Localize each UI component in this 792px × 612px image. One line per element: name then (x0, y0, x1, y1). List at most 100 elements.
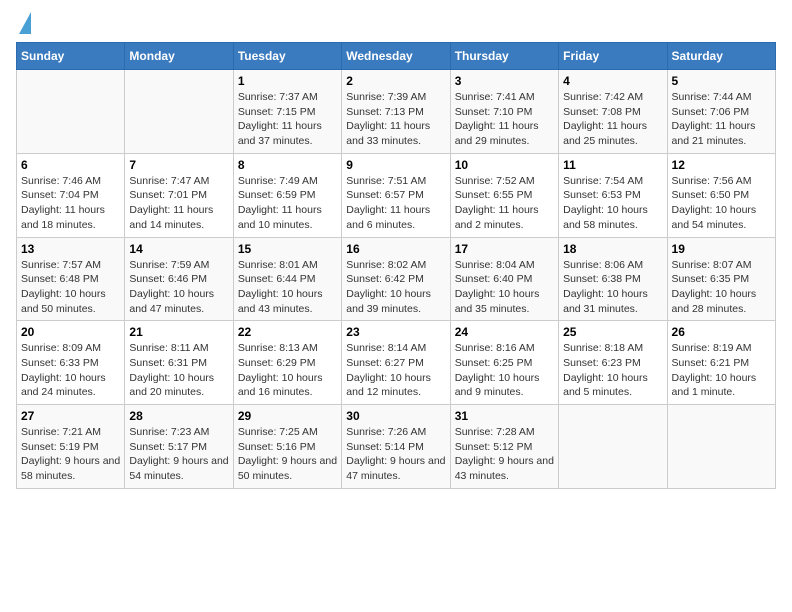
calendar-cell (559, 405, 667, 489)
calendar-cell: 14 Sunrise: 7:59 AM Sunset: 6:46 PM Dayli… (125, 237, 233, 321)
day-number: 18 (563, 242, 662, 256)
day-info: Sunrise: 7:54 AM Sunset: 6:53 PM Dayligh… (563, 174, 662, 233)
day-number: 9 (346, 158, 445, 172)
calendar-cell: 1 Sunrise: 7:37 AM Sunset: 7:15 PM Daylig… (233, 70, 341, 154)
day-info: Sunrise: 7:41 AM Sunset: 7:10 PM Dayligh… (455, 90, 554, 149)
day-info: Sunrise: 8:04 AM Sunset: 6:40 PM Dayligh… (455, 258, 554, 317)
calendar-week-row: 20 Sunrise: 8:09 AM Sunset: 6:33 PM Dayli… (17, 321, 776, 405)
day-info: Sunrise: 8:06 AM Sunset: 6:38 PM Dayligh… (563, 258, 662, 317)
day-number: 13 (21, 242, 120, 256)
calendar-cell: 2 Sunrise: 7:39 AM Sunset: 7:13 PM Daylig… (342, 70, 450, 154)
calendar-cell: 25 Sunrise: 8:18 AM Sunset: 6:23 PM Dayli… (559, 321, 667, 405)
day-info: Sunrise: 7:23 AM Sunset: 5:17 PM Dayligh… (129, 425, 228, 484)
calendar-week-row: 27 Sunrise: 7:21 AM Sunset: 5:19 PM Dayli… (17, 405, 776, 489)
day-number: 2 (346, 74, 445, 88)
day-number: 16 (346, 242, 445, 256)
col-header-thursday: Thursday (450, 43, 558, 70)
calendar-cell: 8 Sunrise: 7:49 AM Sunset: 6:59 PM Daylig… (233, 153, 341, 237)
calendar-week-row: 13 Sunrise: 7:57 AM Sunset: 6:48 PM Dayli… (17, 237, 776, 321)
day-info: Sunrise: 7:42 AM Sunset: 7:08 PM Dayligh… (563, 90, 662, 149)
day-info: Sunrise: 7:28 AM Sunset: 5:12 PM Dayligh… (455, 425, 554, 484)
calendar-cell: 26Sunrise: 8:19 AM Sunset: 6:21 PM Dayli… (667, 321, 775, 405)
calendar-week-row: 6Sunrise: 7:46 AM Sunset: 7:04 PM Daylig… (17, 153, 776, 237)
col-header-friday: Friday (559, 43, 667, 70)
calendar-week-row: 1 Sunrise: 7:37 AM Sunset: 7:15 PM Daylig… (17, 70, 776, 154)
calendar-cell: 30 Sunrise: 7:26 AM Sunset: 5:14 PM Dayli… (342, 405, 450, 489)
day-number: 22 (238, 325, 337, 339)
day-number: 24 (455, 325, 554, 339)
col-header-monday: Monday (125, 43, 233, 70)
logo (16, 16, 31, 34)
calendar-cell: 18 Sunrise: 8:06 AM Sunset: 6:38 PM Dayli… (559, 237, 667, 321)
calendar-cell: 23 Sunrise: 8:14 AM Sunset: 6:27 PM Dayli… (342, 321, 450, 405)
day-number: 31 (455, 409, 554, 423)
day-number: 25 (563, 325, 662, 339)
calendar-cell: 4 Sunrise: 7:42 AM Sunset: 7:08 PM Daylig… (559, 70, 667, 154)
day-info: Sunrise: 7:39 AM Sunset: 7:13 PM Dayligh… (346, 90, 445, 149)
calendar-cell: 24 Sunrise: 8:16 AM Sunset: 6:25 PM Dayli… (450, 321, 558, 405)
calendar-cell: 31 Sunrise: 7:28 AM Sunset: 5:12 PM Dayli… (450, 405, 558, 489)
calendar-cell: 28 Sunrise: 7:23 AM Sunset: 5:17 PM Dayli… (125, 405, 233, 489)
calendar-cell: 5Sunrise: 7:44 AM Sunset: 7:06 PM Daylig… (667, 70, 775, 154)
calendar-cell: 9Sunrise: 7:51 AM Sunset: 6:57 PM Daylig… (342, 153, 450, 237)
day-info: Sunrise: 7:57 AM Sunset: 6:48 PM Dayligh… (21, 258, 120, 317)
day-number: 11 (563, 158, 662, 172)
day-number: 1 (238, 74, 337, 88)
day-info: Sunrise: 7:49 AM Sunset: 6:59 PM Dayligh… (238, 174, 337, 233)
day-number: 23 (346, 325, 445, 339)
col-header-tuesday: Tuesday (233, 43, 341, 70)
day-number: 10 (455, 158, 554, 172)
day-info: Sunrise: 7:21 AM Sunset: 5:19 PM Dayligh… (21, 425, 120, 484)
day-number: 29 (238, 409, 337, 423)
col-header-sunday: Sunday (17, 43, 125, 70)
day-info: Sunrise: 8:09 AM Sunset: 6:33 PM Dayligh… (21, 341, 120, 400)
calendar-cell: 20 Sunrise: 8:09 AM Sunset: 6:33 PM Dayli… (17, 321, 125, 405)
day-info: Sunrise: 8:14 AM Sunset: 6:27 PM Dayligh… (346, 341, 445, 400)
calendar-table: SundayMondayTuesdayWednesdayThursdayFrid… (16, 42, 776, 489)
day-info: Sunrise: 8:02 AM Sunset: 6:42 PM Dayligh… (346, 258, 445, 317)
calendar-cell: 6Sunrise: 7:46 AM Sunset: 7:04 PM Daylig… (17, 153, 125, 237)
page-header (16, 16, 776, 34)
day-number: 8 (238, 158, 337, 172)
day-number: 14 (129, 242, 228, 256)
day-number: 21 (129, 325, 228, 339)
day-number: 15 (238, 242, 337, 256)
day-info: Sunrise: 7:26 AM Sunset: 5:14 PM Dayligh… (346, 425, 445, 484)
day-number: 27 (21, 409, 120, 423)
logo-triangle-icon (19, 12, 31, 34)
day-number: 7 (129, 158, 228, 172)
calendar-cell (667, 405, 775, 489)
calendar-cell: 12 Sunrise: 7:56 AM Sunset: 6:50 PM Dayli… (667, 153, 775, 237)
calendar-cell: 10Sunrise: 7:52 AM Sunset: 6:55 PM Dayli… (450, 153, 558, 237)
day-info: Sunrise: 8:11 AM Sunset: 6:31 PM Dayligh… (129, 341, 228, 400)
day-number: 30 (346, 409, 445, 423)
day-number: 6 (21, 158, 120, 172)
calendar-header-row: SundayMondayTuesdayWednesdayThursdayFrid… (17, 43, 776, 70)
day-number: 28 (129, 409, 228, 423)
day-info: Sunrise: 7:37 AM Sunset: 7:15 PM Dayligh… (238, 90, 337, 149)
day-number: 5 (672, 74, 771, 88)
day-info: Sunrise: 7:56 AM Sunset: 6:50 PM Dayligh… (672, 174, 771, 233)
day-number: 20 (21, 325, 120, 339)
day-info: Sunrise: 8:18 AM Sunset: 6:23 PM Dayligh… (563, 341, 662, 400)
day-number: 12 (672, 158, 771, 172)
day-info: Sunrise: 8:13 AM Sunset: 6:29 PM Dayligh… (238, 341, 337, 400)
day-info: Sunrise: 7:47 AM Sunset: 7:01 PM Dayligh… (129, 174, 228, 233)
calendar-cell: 21 Sunrise: 8:11 AM Sunset: 6:31 PM Dayli… (125, 321, 233, 405)
day-number: 3 (455, 74, 554, 88)
day-number: 26 (672, 325, 771, 339)
col-header-saturday: Saturday (667, 43, 775, 70)
calendar-cell: 15Sunrise: 8:01 AM Sunset: 6:44 PM Dayli… (233, 237, 341, 321)
day-number: 19 (672, 242, 771, 256)
day-info: Sunrise: 8:16 AM Sunset: 6:25 PM Dayligh… (455, 341, 554, 400)
day-info: Sunrise: 7:59 AM Sunset: 6:46 PM Dayligh… (129, 258, 228, 317)
calendar-cell (17, 70, 125, 154)
day-number: 4 (563, 74, 662, 88)
day-number: 17 (455, 242, 554, 256)
calendar-cell: 19 Sunrise: 8:07 AM Sunset: 6:35 PM Dayli… (667, 237, 775, 321)
day-info: Sunrise: 8:07 AM Sunset: 6:35 PM Dayligh… (672, 258, 771, 317)
day-info: Sunrise: 7:25 AM Sunset: 5:16 PM Dayligh… (238, 425, 337, 484)
calendar-cell: 27 Sunrise: 7:21 AM Sunset: 5:19 PM Dayli… (17, 405, 125, 489)
calendar-cell: 22 Sunrise: 8:13 AM Sunset: 6:29 PM Dayli… (233, 321, 341, 405)
calendar-cell (125, 70, 233, 154)
